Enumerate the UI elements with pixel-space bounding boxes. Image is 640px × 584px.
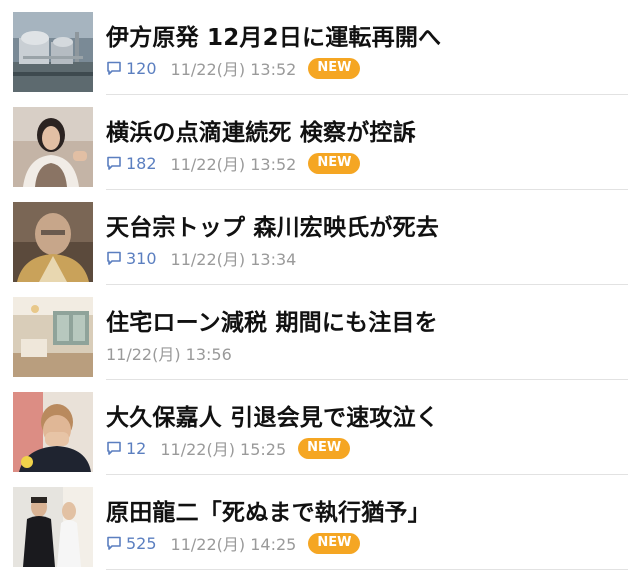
woman-portrait-photo [13, 107, 93, 187]
headline[interactable]: 住宅ローン減税 期間にも注目を [106, 303, 438, 337]
headline[interactable]: 原田龍二「死ぬまで執行猶予」 [106, 493, 431, 527]
comment-count-value: 120 [126, 58, 157, 78]
headline[interactable]: 天台宗トップ 森川宏映氏が死去 [106, 208, 439, 242]
news-item[interactable]: 住宅ローン減税 期間にも注目を 11/22(月) 13:56 [0, 285, 640, 380]
headline[interactable]: 伊方原発 12月2日に運転再開へ [106, 18, 441, 52]
meta-row: 182 11/22(月) 13:52 NEW [106, 152, 361, 174]
new-badge: NEW [308, 532, 361, 554]
headline[interactable]: 横浜の点滴連続死 検察が控訴 [106, 113, 416, 147]
timestamp: 11/22(月) 13:56 [106, 345, 232, 364]
comment-icon [107, 156, 121, 170]
comment-count[interactable]: 120 [106, 59, 157, 78]
headline[interactable]: 大久保嘉人 引退会見で速攻泣く [106, 398, 439, 432]
news-item[interactable]: 大久保嘉人 引退会見で速攻泣く 12 11/22(月) 15:25 NEW [0, 380, 640, 475]
timestamp: 11/22(月) 13:34 [170, 250, 297, 269]
news-item[interactable]: 横浜の点滴連続死 検察が控訴 182 11/22(月) 13:52 NEW [0, 95, 640, 190]
meta-row: 120 11/22(月) 13:52 NEW [106, 57, 361, 79]
timestamp: 11/22(月) 15:25 [160, 440, 287, 459]
news-item[interactable]: 原田龍二「死ぬまで執行猶予」 525 11/22(月) 14:25 NEW [0, 475, 640, 570]
comment-count[interactable]: 182 [106, 154, 157, 173]
news-item[interactable]: 天台宗トップ 森川宏映氏が死去 310 11/22(月) 13:34 [0, 190, 640, 285]
new-badge: NEW [308, 152, 361, 174]
meta-row: 11/22(月) 13:56 [106, 342, 244, 364]
meta-row: 525 11/22(月) 14:25 NEW [106, 532, 361, 554]
comment-count-value: 310 [126, 248, 157, 268]
meta-row: 12 11/22(月) 15:25 NEW [106, 437, 351, 459]
comment-count-value: 182 [126, 153, 157, 173]
new-badge: NEW [308, 57, 361, 79]
living-room-photo [13, 297, 93, 377]
timestamp: 11/22(月) 14:25 [170, 535, 297, 554]
couple-kimono-photo [13, 487, 93, 567]
comment-count[interactable]: 12 [106, 439, 146, 458]
timestamp: 11/22(月) 13:52 [170, 60, 297, 79]
meta-row: 310 11/22(月) 13:34 [106, 247, 308, 269]
comment-count[interactable]: 310 [106, 249, 157, 268]
power-plant-photo [13, 12, 93, 92]
comment-count-value: 525 [126, 533, 157, 553]
man-crying-photo [13, 392, 93, 472]
divider [106, 569, 628, 570]
monk-portrait-photo [13, 202, 93, 282]
comment-icon [107, 251, 121, 265]
timestamp: 11/22(月) 13:52 [170, 155, 297, 174]
comment-count[interactable]: 525 [106, 534, 157, 553]
new-badge: NEW [298, 437, 351, 459]
comment-count-value: 12 [126, 438, 147, 458]
comment-icon [107, 441, 121, 455]
comment-icon [107, 61, 121, 75]
news-item[interactable]: 伊方原発 12月2日に運転再開へ 120 11/22(月) 13:52 NEW [0, 0, 640, 95]
comment-icon [107, 536, 121, 550]
